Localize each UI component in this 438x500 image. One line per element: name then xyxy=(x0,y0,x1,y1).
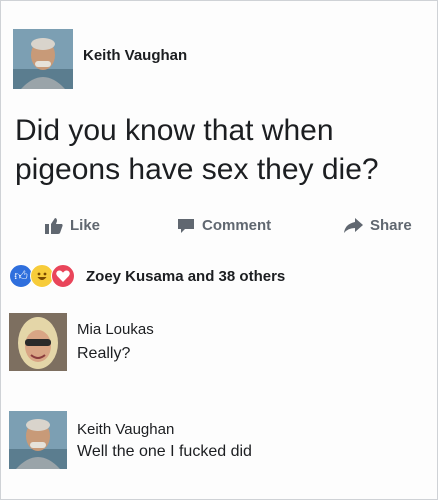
post-card: Keith Vaughan Did you know that when pig… xyxy=(0,0,438,500)
comment-text: Really? xyxy=(77,345,131,362)
post-text-line-2: pigeons have sex they die? xyxy=(15,153,379,186)
avatar-photo xyxy=(13,29,73,89)
comment-button[interactable]: Comment xyxy=(177,217,271,234)
avatar-photo xyxy=(9,313,67,371)
share-arrow-icon xyxy=(343,217,363,234)
post-text-line-1: Did you know that when xyxy=(15,114,334,147)
like-button[interactable]: Like xyxy=(45,217,100,234)
comment-icon xyxy=(177,218,195,234)
post-text: Did you know that when pigeons have sex … xyxy=(15,111,425,189)
post-author-name[interactable]: Keith Vaughan xyxy=(83,47,187,64)
reaction-summary-name: Zoey Kusama xyxy=(86,267,184,285)
like-label: Like xyxy=(70,217,101,234)
avatar[interactable] xyxy=(13,29,73,89)
thumbs-up-icon xyxy=(45,217,63,234)
share-button[interactable]: Share xyxy=(343,217,412,234)
comment-avatar[interactable] xyxy=(9,313,67,371)
avatar-photo xyxy=(9,411,67,469)
comment-author-name[interactable]: Keith Vaughan xyxy=(77,421,174,438)
comment-label: Comment xyxy=(202,217,272,234)
reaction-summary-text[interactable]: Zoey Kusama and 38 others xyxy=(86,268,285,285)
comment-author-name[interactable]: Mia Loukas xyxy=(77,321,154,338)
comment-avatar[interactable] xyxy=(9,411,67,469)
love-reaction-icon xyxy=(51,264,75,288)
reactions-summary[interactable]: 👍︎ Zoey Kusama and 38 others xyxy=(9,263,285,289)
action-bar: Like Comment Share xyxy=(1,217,438,241)
share-label: Share xyxy=(370,217,412,234)
comment-text: Well the one I fucked did xyxy=(77,443,252,460)
reaction-summary-rest: and 38 others xyxy=(187,267,286,285)
